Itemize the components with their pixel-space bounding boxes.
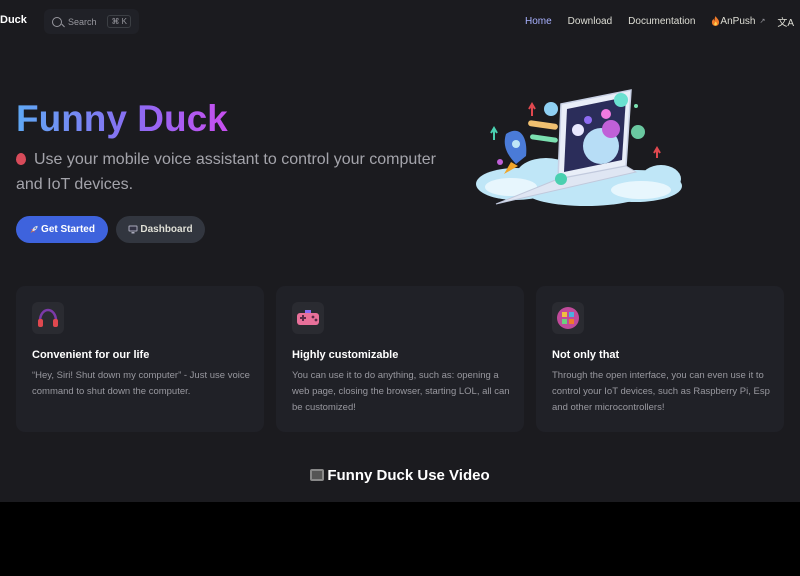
feature-title: Convenient for our life: [32, 349, 150, 361]
get-started-button[interactable]: Get Started: [16, 216, 108, 243]
translate-icon[interactable]: 文A: [777, 14, 794, 29]
feature-title: Highly customizable: [292, 349, 399, 361]
get-started-label: Get Started: [41, 224, 95, 235]
rocket-icon: [30, 225, 38, 234]
search-icon: [52, 16, 62, 27]
feature-card-convenient: Convenient for our life “Hey, Siri! Shut…: [16, 286, 264, 432]
nav-link-download[interactable]: Download: [568, 16, 612, 27]
feature-title: Not only that: [552, 349, 620, 361]
search-label: Search: [68, 16, 97, 27]
search-shortcut: ⌘ K: [107, 15, 131, 28]
feature-text: Through the open interface, you can even…: [552, 370, 770, 413]
feature-card-not-only-that: Not only that Through the open interface…: [536, 286, 784, 432]
gamepad-icon: [292, 302, 324, 334]
top-nav: Duck Search ⌘ K Home Download Documentat…: [0, 0, 800, 42]
site-brand[interactable]: Duck: [0, 14, 27, 26]
monitor-icon: [128, 225, 138, 234]
hero-tagline: Use your mobile voice assistant to contr…: [16, 147, 436, 197]
feature-text: You can use it to do anything, such as: …: [292, 370, 510, 413]
dashboard-button[interactable]: Dashboard: [116, 216, 205, 243]
search-button[interactable]: Search ⌘ K: [44, 9, 139, 34]
feature-card-customizable: Highly customizable You can use it to do…: [276, 286, 524, 432]
nav-links: Home Download Documentation AnPush ↗ 文A: [525, 0, 800, 42]
nav-link-documentation[interactable]: Documentation: [628, 16, 695, 27]
palette-icon: [552, 302, 584, 334]
video-section-title-text: Funny Duck Use Video: [327, 467, 490, 484]
nav-link-anpush-label: AnPush: [720, 15, 756, 27]
balloon-icon: [16, 153, 26, 165]
nav-link-home[interactable]: Home: [525, 16, 552, 27]
dashboard-label: Dashboard: [140, 224, 193, 235]
hero-illustration: [476, 89, 682, 206]
headphones-icon: [32, 302, 64, 334]
nav-link-anpush[interactable]: AnPush ↗: [711, 16, 765, 27]
video-section-title: Funny Duck Use Video: [0, 467, 800, 484]
hero-tagline-text: Use your mobile voice assistant to contr…: [16, 151, 436, 193]
tv-icon: [310, 469, 325, 481]
external-link-icon: ↗: [759, 18, 766, 25]
fire-icon: [712, 15, 720, 26]
page: Duck Search ⌘ K Home Download Documentat…: [0, 0, 800, 502]
hero-title: Funny Duck: [16, 96, 228, 142]
feature-text: “Hey, Siri! Shut down my computer” - Jus…: [32, 370, 250, 397]
